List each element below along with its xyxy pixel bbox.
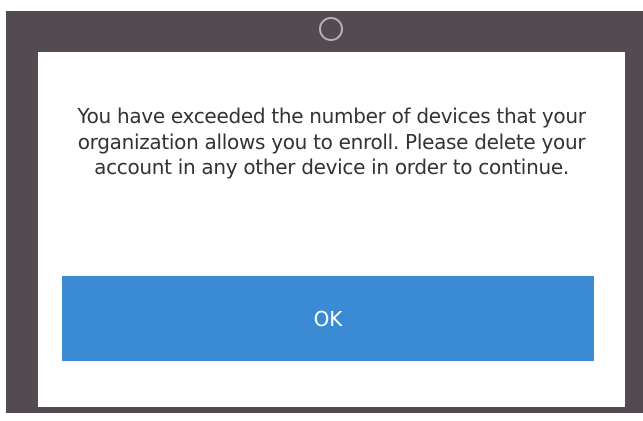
dialog-message: You have exceeded the number of devices … (77, 104, 586, 179)
modal-backdrop: You have exceeded the number of devices … (6, 11, 643, 413)
ok-button[interactable]: OK (62, 276, 594, 361)
spinner-icon (319, 17, 343, 41)
alert-dialog: You have exceeded the number of devices … (38, 52, 625, 407)
